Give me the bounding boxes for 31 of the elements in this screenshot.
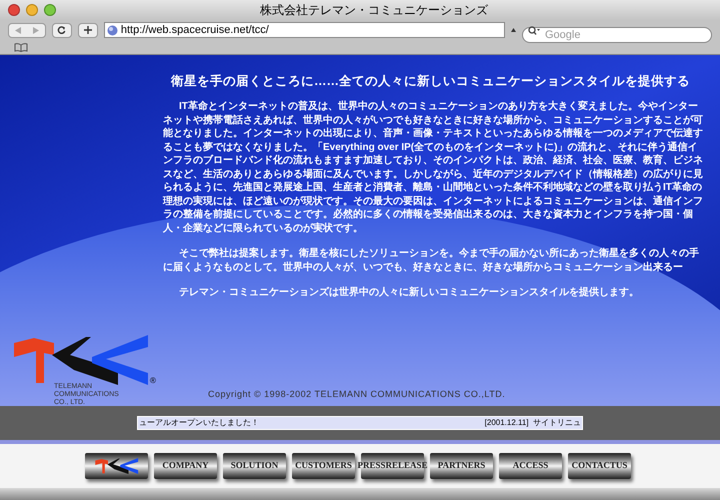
ticker-text: ューアルオープンいたしました！ <box>139 417 259 429</box>
back-icon <box>14 26 21 34</box>
reload-icon <box>57 26 66 34</box>
body-paragraph: IT革命とインターネットの普及は、世界中の人々のコミュニケーションのあり方を大きく変えました。今やインターネットや携帯電話さえあれば、世界中の人々がいつでも好きなときに好きな場所から、コミュニケーションすることが可能となりました。インターネットの出現により、音声・画像・テキストといったあらゆる情報を一つのメディアで伝達することも夢ではなくなりました。「Everything over IP(全てのものをインターネットに)」の流れと、それに伴う通信インフラのブロードバンド化の流れもますます加速しており、そのインパクトは、政治、経済、社会、医療、教育、ビジネスなど、生活のありとあらゆる場面に及んでいます。しかしながら、近年のデジタルデバイド（情報格差）の広がりに見られるように、先進国と発展途上国、生産者と消費者、離島・山間地といった条件不利地域などの壁を取り払うIT革命の理想の実現には、ほど遠いのが現状です。その最大の要因は、インターネットによるコミュニケーションは、通信インフラの整備を前提にしていることです。必然的に多くの情報を受発信出来るのは、大きな資本力とインフラを持つ国・個人・企業などに限られているのが実状です。 <box>163 100 704 235</box>
ticker-text: [2001.12.11] サイトリニュ <box>484 417 581 429</box>
search-icon <box>528 26 540 35</box>
body-paragraph: そこで弊社は提案します。衛星を核にしたソリューションを。今まで手の届かない所にあった衛星を多くの人々の手に届くようなものとして。世界中の人々が、いつでも、好きなときに、好きな場所からコミュニケーション出来るー <box>163 247 700 274</box>
window-title: 株式会社テレマン・コミュニケーションズ <box>260 2 488 19</box>
caret-icon <box>511 28 516 32</box>
close-button[interactable] <box>8 4 20 16</box>
nav-button[interactable]: SOLUTION <box>223 453 286 479</box>
registered-mark: ® <box>150 375 156 387</box>
nav-button[interactable]: ACCESS <box>499 453 562 479</box>
nav-button[interactable]: CONTACTUS <box>568 453 631 479</box>
globe-icon <box>106 24 118 36</box>
zoom-button[interactable] <box>44 4 56 16</box>
search-field[interactable]: Google <box>522 27 712 44</box>
nav-button[interactable]: PARTNERS <box>430 453 493 479</box>
headline: 衛星を手の届くところに……全ての人々に新しいコミュニケーションスタイルを提供する <box>171 73 690 90</box>
nav-button[interactable]: CUSTOMERS <box>292 453 355 479</box>
reload-button[interactable] <box>52 22 72 38</box>
copyright-text: Copyright © 1998-2002 TELEMANN COMMUNICATIONS CO.,LTD. <box>208 388 506 401</box>
nav-button[interactable]: COMPANY <box>154 453 217 479</box>
logo-icon <box>94 458 138 474</box>
book-icon[interactable] <box>14 42 28 52</box>
home-button[interactable] <box>85 453 148 479</box>
add-bookmark-button[interactable] <box>78 22 98 38</box>
plus-icon <box>84 26 92 34</box>
address-field[interactable]: http://web.spacecruise.net/tcc/ <box>104 22 506 38</box>
body-paragraph: テレマン・コミュニケーションズは世界中の人々に新しいコミュニケーションスタイルを提供します。 <box>178 286 640 300</box>
forward-icon <box>32 26 39 34</box>
